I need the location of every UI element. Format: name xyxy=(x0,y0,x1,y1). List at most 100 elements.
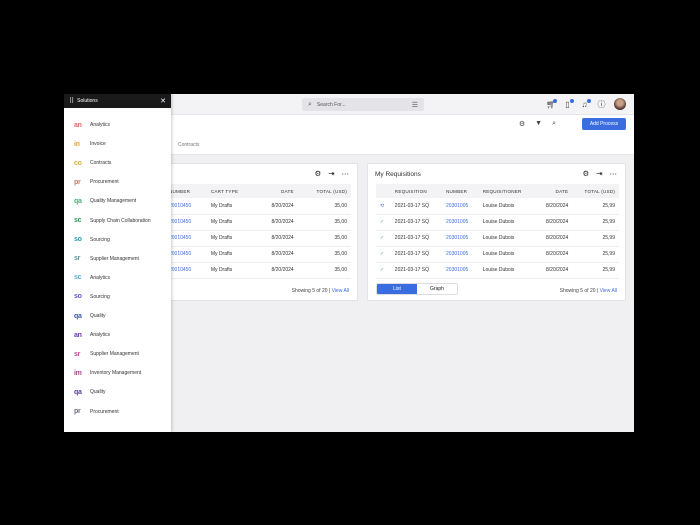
requisition-number-link[interactable]: 20301005 xyxy=(442,198,479,215)
graph-toggle-button[interactable]: Graph xyxy=(417,284,457,294)
column-header: TOTAL (USD) xyxy=(572,184,619,198)
sidebar-item[interactable]: sr Supplier Management xyxy=(74,349,139,359)
total: 35,00 xyxy=(297,246,351,263)
table-row[interactable]: 20010450 My Drafts 8/20/2024 35,00 xyxy=(165,262,351,279)
table-row[interactable]: 20010450 My Drafts 8/20/2024 35,00 xyxy=(165,246,351,263)
sidebar-item-label: Procurement xyxy=(90,408,119,415)
table-row[interactable]: ✓ 2021-03-17 SQ 20301005 Louise Dubois 8/20/… xyxy=(376,214,619,231)
settings-icon[interactable]: ⚙ xyxy=(519,120,525,128)
list-toggle-button[interactable]: List xyxy=(377,284,417,294)
info-icon[interactable]: ⓘ xyxy=(597,99,606,110)
sidebar-item[interactable]: in Invoice xyxy=(74,139,106,149)
solution-abbr-icon: an xyxy=(74,121,82,129)
total: 35,00 xyxy=(297,262,351,279)
date: 8/20/2024 xyxy=(255,214,298,231)
sidebar-item[interactable]: sc Analytics xyxy=(74,273,110,283)
sidebar-item[interactable]: im Inventory Management xyxy=(74,368,141,378)
sidebar-item[interactable]: qa Quality xyxy=(74,311,106,321)
filter-icon[interactable]: ▼ xyxy=(535,120,542,128)
requisition-number-link[interactable]: 20301005 xyxy=(442,214,479,231)
sidebar-item-label: Analytics xyxy=(90,122,111,128)
view-all-link[interactable]: View All xyxy=(332,288,349,294)
search-input[interactable]: ⌕ Search For... ☰ xyxy=(302,98,424,111)
table-row[interactable]: 20010450 My Drafts 8/20/2024 35,00 xyxy=(165,198,351,215)
total: 25,99 xyxy=(572,214,619,231)
table-row[interactable]: ⟲ 2021-03-17 SQ 20301005 Louise Dubois 8/20/… xyxy=(376,198,619,215)
cart-type: My Drafts xyxy=(206,246,256,263)
add-process-button[interactable]: Add Process xyxy=(582,118,626,130)
requisition-number-link[interactable]: 20301005 xyxy=(442,246,479,263)
bell-icon[interactable]: ♫︎ xyxy=(580,98,591,109)
date: 8/20/2024 xyxy=(535,198,573,215)
carts-table: NUMBER CART TYPE DATE TOTAL (USD) 20010450 M… xyxy=(165,184,351,279)
view-all-link[interactable]: View All xyxy=(600,288,617,294)
requisition: 2021-03-17 SQ xyxy=(390,214,443,231)
solution-abbr-icon: qa xyxy=(74,312,82,320)
tab-contracts[interactable]: Contracts xyxy=(178,142,199,148)
cart-number-link[interactable]: 20010450 xyxy=(165,246,207,263)
cart-number-link[interactable]: 20010450 xyxy=(165,214,207,231)
more-icon[interactable]: ⋯ xyxy=(610,169,618,178)
sidebar-item-label: Inventory Management xyxy=(90,370,142,377)
solutions-title: Solutions xyxy=(77,98,98,104)
sidebar-item[interactable]: qa Quality Management xyxy=(74,196,136,206)
solution-abbr-icon: pr xyxy=(74,408,81,415)
solutions-header: ⠿ Solutions ✕ xyxy=(64,94,171,108)
filter-settings-icon[interactable]: ☰ xyxy=(412,101,418,109)
search-icon[interactable]: ⌕ xyxy=(552,120,556,128)
sidebar-item[interactable]: qa Quality xyxy=(74,387,106,397)
sync-icon: ⟲ xyxy=(380,202,385,209)
close-icon[interactable]: ✕ xyxy=(160,97,166,105)
check-icon: ✓ xyxy=(380,219,385,225)
sidebar-item[interactable]: pr Procurement xyxy=(74,407,119,417)
cart-number-link[interactable]: 20010450 xyxy=(165,262,207,279)
solution-abbr-icon: pr xyxy=(74,178,81,186)
cart-number-link[interactable]: 20010450 xyxy=(165,230,207,247)
carts-footer: Showing 5 of 20 | View All xyxy=(291,288,349,294)
table-row[interactable]: ✓ 2021-03-17 SQ 20301005 Louise Dubois 8/20/… xyxy=(376,246,619,263)
column-header: REQUISITIONER xyxy=(478,184,536,198)
bookmark-icon[interactable]: ▯ xyxy=(563,98,574,109)
requisition: 2021-03-17 SQ xyxy=(390,198,443,215)
export-icon[interactable]: ⇥ xyxy=(596,169,602,178)
requisition: 2021-03-17 SQ xyxy=(390,262,443,279)
cart-icon[interactable]: 🛒︎ xyxy=(546,98,557,109)
requisition-number-link[interactable]: 20301005 xyxy=(442,262,479,279)
sidebar-item[interactable]: sc Supply Chain Collaboration xyxy=(74,216,151,226)
solution-abbr-icon: sr xyxy=(74,350,81,358)
column-header: DATE xyxy=(535,184,573,198)
requisitions-table: REQUISITION NUMBER REQUISITIONER DATE TOTAL … xyxy=(376,184,619,279)
solution-abbr-icon: sc xyxy=(74,274,82,282)
table-row[interactable]: 20010450 My Drafts 8/20/2024 35,00 xyxy=(165,230,351,247)
sidebar-item[interactable]: co Contracts xyxy=(74,158,111,168)
total: 25,99 xyxy=(572,262,619,279)
sidebar-item[interactable]: an Analytics xyxy=(74,330,110,340)
table-row[interactable]: ✓ 2021-03-17 SQ 20301005 Louise Dubois 8/20/… xyxy=(376,262,619,279)
carts-card: ⚙ ⇥ ⋯ NUMBER CART TYPE DATE TOTAL (USD) 20010… xyxy=(164,163,358,301)
solution-abbr-icon: sr xyxy=(74,255,81,263)
sidebar-item-label: Sourcing xyxy=(90,293,110,300)
gear-icon[interactable]: ⚙ xyxy=(582,169,589,178)
gear-icon[interactable]: ⚙ xyxy=(314,169,321,178)
requisition-number-link[interactable]: 20301005 xyxy=(442,230,479,247)
table-row[interactable]: ✓ 2021-03-17 SQ 20301005 Louise Dubois 8/20/… xyxy=(376,230,619,247)
sidebar-item[interactable]: so Sourcing xyxy=(74,235,110,245)
requisitioner: Louise Dubois xyxy=(478,198,536,215)
date: 8/20/2024 xyxy=(535,214,573,231)
sidebar-item[interactable]: sr Supplier Management xyxy=(74,254,139,264)
requisitioner: Louise Dubois xyxy=(478,214,536,231)
avatar[interactable] xyxy=(614,98,626,110)
sidebar-item-label: Analytics xyxy=(90,274,111,281)
date: 8/20/2024 xyxy=(255,198,298,215)
sidebar-item[interactable]: an Analytics xyxy=(74,120,110,130)
table-row[interactable]: 20010450 My Drafts 8/20/2024 35,00 xyxy=(165,214,351,231)
sidebar-item[interactable]: so Sourcing xyxy=(74,292,110,302)
sidebar-item-label: Supplier Management xyxy=(90,255,139,262)
export-icon[interactable]: ⇥ xyxy=(328,169,334,178)
sidebar-item[interactable]: pr Procurement xyxy=(74,177,119,187)
date: 8/20/2024 xyxy=(535,262,573,279)
cart-number-link[interactable]: 20010450 xyxy=(165,198,207,215)
more-icon[interactable]: ⋯ xyxy=(342,169,350,178)
showing-count: Showing 5 of 20 xyxy=(291,288,328,294)
cart-type: My Drafts xyxy=(206,198,256,215)
